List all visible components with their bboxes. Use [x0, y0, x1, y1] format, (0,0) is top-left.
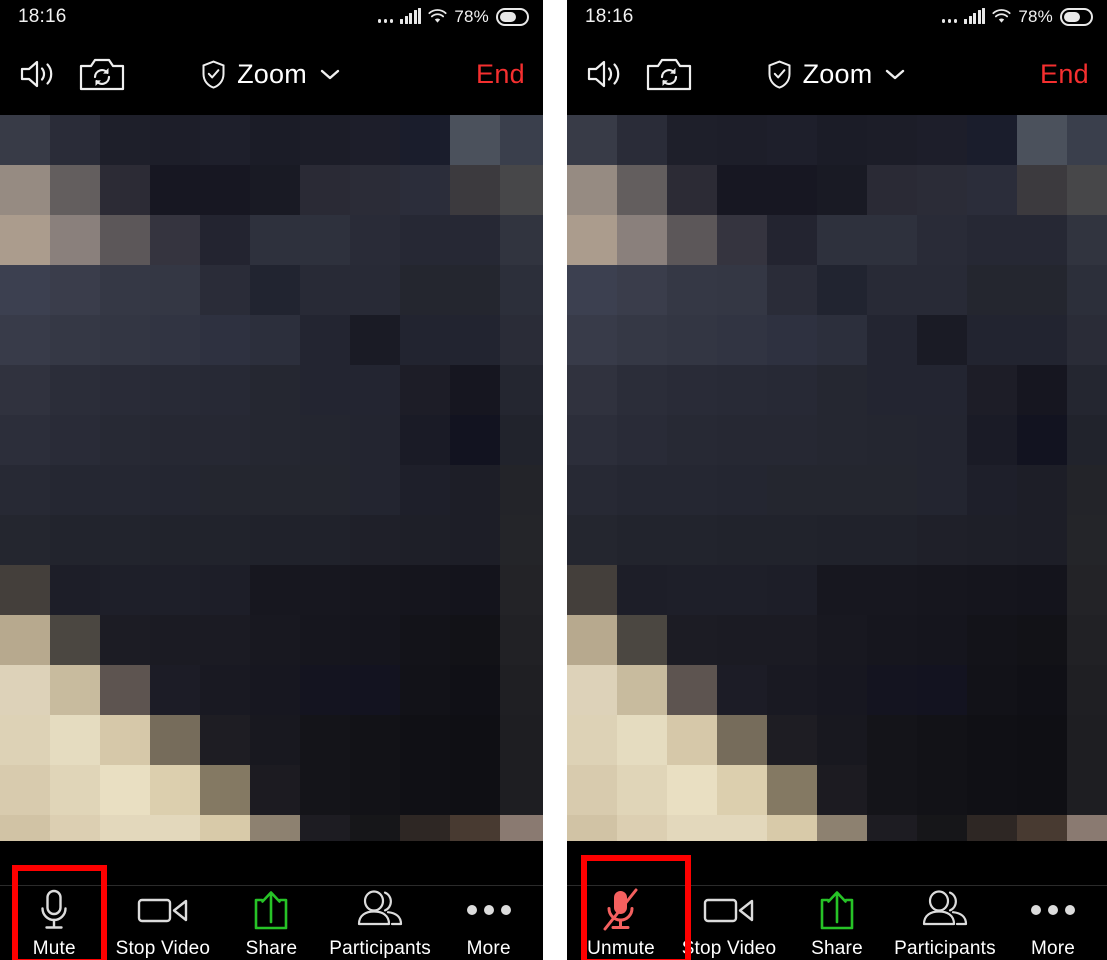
dots-icon	[941, 11, 958, 23]
panel-divider	[543, 0, 567, 960]
meeting-title: Zoom	[802, 58, 873, 89]
chevron-down-icon[interactable]	[883, 66, 907, 82]
stop-video-label: Stop Video	[681, 937, 777, 959]
status-bar: 18:16 78%	[567, 0, 1107, 33]
share-upload-icon	[817, 889, 857, 931]
phone-screenshot-left: 18:16 78% Zoom End Mute Stop Video Share…	[0, 0, 543, 960]
more-label: More	[1030, 937, 1076, 959]
stop-video-button[interactable]: Stop Video	[675, 886, 783, 960]
share-label: Share	[811, 937, 863, 959]
speaker-on-icon[interactable]	[18, 57, 56, 91]
meeting-toolbar-right: Unmute Stop Video Share Participants More	[567, 841, 1107, 960]
battery-icon	[496, 7, 529, 26]
dots-icon	[377, 11, 394, 23]
cellular-signal-icon	[964, 8, 986, 24]
battery-percent: 78%	[454, 6, 489, 26]
phone-screenshot-right: 18:16 78% Zoom End Unmute Stop Video Sha…	[567, 0, 1107, 960]
participants-label: Participants	[329, 937, 431, 959]
share-upload-icon	[251, 889, 291, 931]
cellular-signal-icon	[400, 8, 422, 24]
participants-button[interactable]: Participants	[326, 886, 435, 960]
video-feed-left	[0, 115, 543, 841]
stop-video-label: Stop Video	[115, 937, 211, 959]
pixelated-video-mosaic	[0, 115, 543, 841]
end-meeting-button[interactable]: End	[476, 59, 525, 90]
video-camera-icon	[703, 889, 755, 931]
battery-percent: 78%	[1018, 6, 1053, 26]
participants-icon	[355, 889, 405, 931]
pixelated-video-mosaic	[567, 115, 1107, 841]
toolbar-items-right: Unmute Stop Video Share Participants More	[567, 886, 1107, 960]
meeting-nav-bar: Zoom End	[0, 33, 543, 115]
stop-video-button[interactable]: Stop Video	[109, 886, 218, 960]
status-indicators: 78%	[377, 6, 529, 27]
battery-fill	[1064, 11, 1080, 22]
video-feed-right	[567, 115, 1107, 841]
share-button[interactable]: Share	[217, 886, 326, 960]
toolbar-items-left: Mute Stop Video Share Participants More	[0, 886, 543, 960]
switch-camera-icon[interactable]	[78, 55, 126, 93]
more-label: More	[466, 937, 511, 959]
battery-icon	[1060, 7, 1093, 26]
battery-fill	[500, 11, 516, 22]
participants-button[interactable]: Participants	[891, 886, 999, 960]
shield-check-icon	[767, 60, 792, 89]
microphone-icon	[34, 889, 74, 931]
video-camera-icon	[137, 889, 189, 931]
meeting-title: Zoom	[237, 58, 307, 89]
status-time: 18:16	[585, 5, 634, 27]
shield-check-icon	[201, 60, 226, 89]
share-label: Share	[245, 937, 298, 959]
participants-icon	[920, 889, 970, 931]
meeting-nav-bar: Zoom End	[567, 33, 1107, 115]
participants-label: Participants	[894, 937, 996, 959]
microphone-muted-icon	[599, 888, 643, 931]
status-bar: 18:16 78%	[0, 0, 543, 33]
more-ellipsis-icon	[1027, 889, 1079, 931]
status-indicators: 78%	[941, 6, 1093, 27]
unmute-button[interactable]: Unmute	[567, 886, 675, 960]
more-button[interactable]: More	[999, 886, 1107, 960]
share-button[interactable]: Share	[783, 886, 891, 960]
more-ellipsis-icon	[463, 889, 515, 931]
chevron-down-icon[interactable]	[318, 66, 342, 82]
wifi-icon	[428, 9, 447, 23]
end-meeting-button[interactable]: End	[1040, 59, 1089, 90]
unmute-label: Unmute	[587, 937, 655, 959]
meeting-toolbar-left: Mute Stop Video Share Participants More	[0, 841, 543, 960]
mute-label: Mute	[32, 937, 76, 959]
speaker-on-icon[interactable]	[585, 57, 623, 91]
screenshot-root: 18:16 78% Zoom End Mute Stop Video Share…	[0, 0, 1107, 960]
switch-camera-icon[interactable]	[645, 55, 693, 93]
wifi-icon	[992, 9, 1011, 23]
status-time: 18:16	[18, 5, 67, 27]
mute-button[interactable]: Mute	[0, 886, 109, 960]
more-button[interactable]: More	[434, 886, 543, 960]
